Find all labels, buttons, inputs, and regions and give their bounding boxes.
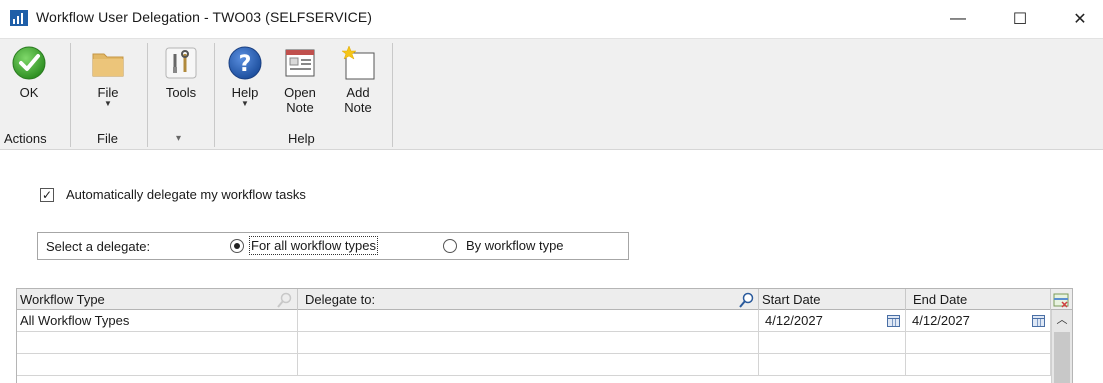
file-label: File xyxy=(97,85,119,100)
tools-group-caret[interactable]: ▾ xyxy=(176,133,181,144)
cell-start-date[interactable]: 4/12/2027 xyxy=(759,310,906,332)
radio-all-workflow-types[interactable] xyxy=(230,239,244,253)
open-note-icon xyxy=(282,45,318,81)
chevron-down-icon: ▼ xyxy=(104,99,112,108)
calendar-icon[interactable] xyxy=(1032,315,1045,327)
table-row[interactable] xyxy=(17,332,1051,354)
lookup-icon[interactable] xyxy=(277,292,293,308)
radio-all-label[interactable]: For all workflow types xyxy=(249,236,378,255)
window-title: Workflow User Delegation - TWO03 (SELFSE… xyxy=(36,9,373,25)
ok-button[interactable]: OK xyxy=(8,39,50,100)
close-button[interactable]: ✕ xyxy=(1057,0,1103,38)
ribbon-separator xyxy=(70,43,71,147)
app-icon xyxy=(10,10,28,26)
open-note-label-2: Note xyxy=(286,100,314,115)
grid-scrollbar[interactable]: ︿ xyxy=(1051,310,1072,383)
column-header-workflow-type[interactable]: Workflow Type xyxy=(17,289,298,311)
delegation-grid: Workflow Type Delegate to: Start Date En… xyxy=(16,288,1073,383)
cell-workflow-type[interactable]: All Workflow Types xyxy=(17,310,298,332)
expand-rows-icon[interactable] xyxy=(1053,292,1069,308)
select-delegate-group: Select a delegate: For all workflow type… xyxy=(37,232,629,260)
cell-empty[interactable] xyxy=(759,354,906,376)
tools-label: Tools xyxy=(165,85,197,100)
chevron-down-icon: ▼ xyxy=(241,99,249,108)
table-row[interactable] xyxy=(17,354,1051,376)
minimize-button[interactable]: — xyxy=(935,0,981,38)
cell-end-date[interactable]: 4/12/2027 xyxy=(906,310,1051,332)
scroll-up-icon[interactable]: ︿ xyxy=(1052,310,1072,330)
ribbon-separator xyxy=(214,43,215,147)
calendar-icon[interactable] xyxy=(887,315,900,327)
search-icon[interactable] xyxy=(739,292,755,308)
add-note-icon xyxy=(340,45,376,81)
column-header-end-date[interactable]: End Date xyxy=(906,289,1051,311)
radio-by-type-label[interactable]: By workflow type xyxy=(466,238,564,253)
form-area: ✓ Automatically delegate my workflow tas… xyxy=(0,150,1103,383)
group-label-actions: Actions xyxy=(4,131,47,146)
maximize-button[interactable]: ☐ xyxy=(997,0,1043,38)
open-note-button[interactable]: Open Note xyxy=(280,39,320,115)
column-header-start-date[interactable]: Start Date xyxy=(759,289,906,311)
folder-icon xyxy=(90,45,126,81)
table-row[interactable]: All Workflow Types 4/12/2027 4/12/2027 xyxy=(17,310,1051,332)
checkmark-circle-icon xyxy=(11,45,47,81)
ribbon-separator xyxy=(392,43,393,147)
column-header-delegate-to[interactable]: Delegate to: xyxy=(298,289,759,311)
group-label-help: Help xyxy=(288,131,315,146)
auto-delegate-checkbox[interactable]: ✓ xyxy=(40,188,54,202)
cell-empty[interactable] xyxy=(17,354,298,376)
svg-text:?: ? xyxy=(239,52,252,77)
title-bar: Workflow User Delegation - TWO03 (SELFSE… xyxy=(0,0,1103,38)
auto-delegate-label: Automatically delegate my workflow tasks xyxy=(66,187,306,202)
file-button[interactable]: File ▼ xyxy=(88,39,128,108)
tools-icon xyxy=(163,45,199,81)
scroll-thumb[interactable] xyxy=(1054,332,1070,383)
grid-header: Workflow Type Delegate to: Start Date En… xyxy=(17,288,1072,311)
cell-empty[interactable] xyxy=(759,332,906,354)
ribbon: OK Actions File ▼ File Tools ▾ ? Help ▼ … xyxy=(0,38,1103,150)
cell-empty[interactable] xyxy=(906,354,1051,376)
cell-empty[interactable] xyxy=(17,332,298,354)
cell-delegate-to[interactable] xyxy=(298,310,759,332)
group-label-file: File xyxy=(97,131,118,146)
cell-empty[interactable] xyxy=(906,332,1051,354)
tools-button[interactable]: Tools xyxy=(160,39,202,100)
add-note-button[interactable]: Add Note xyxy=(338,39,378,115)
add-note-label-1: Add xyxy=(346,85,370,100)
open-note-label-1: Open xyxy=(284,85,316,100)
cell-empty[interactable] xyxy=(298,332,759,354)
help-button[interactable]: ? Help ▼ xyxy=(225,39,265,108)
help-label: Help xyxy=(231,85,259,100)
add-note-label-2: Note xyxy=(344,100,372,115)
question-icon: ? xyxy=(227,45,263,81)
ribbon-separator xyxy=(147,43,148,147)
cell-empty[interactable] xyxy=(298,354,759,376)
radio-by-workflow-type[interactable] xyxy=(443,239,457,253)
select-delegate-label: Select a delegate: xyxy=(46,239,151,254)
ok-label: OK xyxy=(19,85,39,100)
